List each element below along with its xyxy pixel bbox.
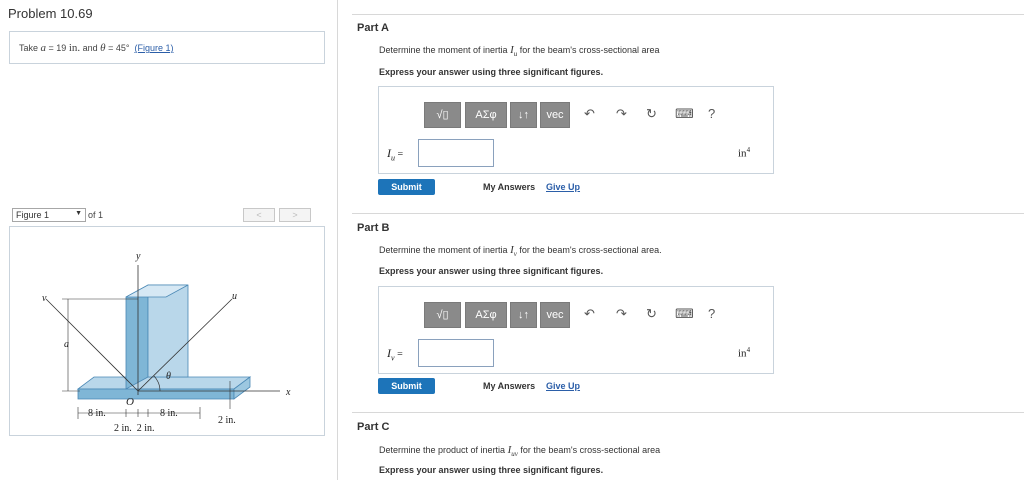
symbols-button[interactable]: ΑΣφ (465, 102, 507, 128)
part-a-question-post: for the beam's cross-sectional area (517, 45, 660, 55)
part-a-question: Determine the moment of inertia Iu for t… (379, 44, 660, 58)
separator-a-b (352, 213, 1024, 214)
flange-front-face (77, 388, 235, 400)
part-a-my-answers[interactable]: My Answers (483, 182, 535, 192)
web-side-face (125, 284, 149, 390)
part-c-question: Determine the product of inertia Iuv for… (379, 444, 660, 458)
label-dim-thick: 2 in. (218, 415, 236, 426)
part-c-instruction: Express your answer using three signific… (379, 465, 604, 475)
a-unit: in. (68, 42, 81, 54)
part-b-title: Part B (357, 222, 390, 234)
part-b-equals: = (394, 349, 403, 360)
part-b-question: Determine the moment of inertia Iv for t… (379, 244, 662, 258)
label-a: a (64, 339, 69, 350)
label-O: O (126, 396, 134, 408)
part-b-unit-exp: 4 (746, 346, 751, 354)
redo-icon[interactable]: ↷ (616, 306, 627, 322)
v-axis-line (45, 298, 139, 392)
part-b-give-up-link[interactable]: Give Up (546, 381, 580, 391)
part-b-question-post: for the beam's cross-sectional area. (516, 245, 662, 255)
templates-button[interactable]: √▯ (424, 302, 461, 328)
part-b-my-answers[interactable]: My Answers (483, 381, 535, 391)
figure-select-value: Figure 1 (16, 210, 50, 220)
part-b-submit-button[interactable]: Submit (378, 378, 435, 394)
figure-box: y v u a θ O x 8 in. 8 in. 2 in. 2 in. 2 … (9, 226, 325, 436)
help-icon[interactable]: ? (708, 106, 715, 121)
part-c-question-pre: Determine the product of inertia (379, 445, 508, 455)
templates-button[interactable]: √▯ (424, 102, 461, 128)
label-y: y (135, 251, 141, 262)
figure-link[interactable]: (Figure 1) (134, 43, 173, 53)
symbols-button[interactable]: ΑΣφ (465, 302, 507, 328)
given-text: Take a = 19 in. and θ = 45° (Figure 1) (19, 42, 173, 54)
problem-panel: Problem 10.69 Take a = 19 in. and θ = 45… (0, 0, 338, 480)
vec-button[interactable]: vec (540, 302, 570, 328)
next-figure-button[interactable]: > (279, 208, 311, 222)
part-c-question-post: for the beam's cross-sectional area (517, 445, 661, 455)
reset-icon[interactable]: ↻ (646, 106, 657, 122)
given-box: Take a = 19 in. and θ = 45° (Figure 1) (9, 31, 325, 64)
theta-value: = 45° (105, 43, 130, 53)
figure-select[interactable]: Figure 1 ▼ (12, 208, 86, 222)
beam-figure: y v u a θ O x 8 in. 8 in. 2 in. 2 in. 2 … (42, 251, 291, 434)
part-a-unit: in4 (738, 146, 750, 160)
prev-figure-button[interactable]: < (243, 208, 275, 222)
part-a-variable: Iu = (387, 146, 403, 162)
sub-sup-button[interactable]: ↓↑ (510, 102, 537, 128)
label-x: x (285, 387, 291, 398)
part-b-variable: Iv = (387, 346, 403, 362)
redo-icon[interactable]: ↷ (616, 106, 627, 122)
flange-top-face (76, 376, 252, 390)
problem-title: Problem 10.69 (8, 6, 93, 21)
part-a-equals: = (395, 149, 404, 160)
part-a-title: Part A (357, 22, 389, 34)
a-value: = 19 (46, 43, 69, 53)
dropdown-arrow-icon: ▼ (75, 210, 82, 217)
part-b-unit-base: in (738, 347, 747, 360)
label-v: v (42, 293, 47, 304)
part-b-unit: in4 (738, 346, 750, 360)
part-b-question-pre: Determine the moment of inertia (379, 245, 511, 255)
part-c-question-sub: uv (511, 449, 518, 458)
given-prefix: Take (19, 43, 39, 53)
part-c-title: Part C (357, 421, 390, 433)
part-b-instruction: Express your answer using three signific… (379, 266, 604, 276)
part-a-give-up-link[interactable]: Give Up (546, 182, 580, 192)
label-dim-bottom: 2 in. 2 in. (114, 423, 155, 434)
separator-b-c (352, 412, 1024, 413)
part-a-unit-base: in (738, 147, 747, 160)
part-a-question-pre: Determine the moment of inertia (379, 45, 511, 55)
vec-button[interactable]: vec (540, 102, 570, 128)
reset-icon[interactable]: ↻ (646, 306, 657, 322)
keyboard-icon[interactable]: ⌨ (675, 306, 694, 322)
keyboard-icon[interactable]: ⌨ (675, 106, 694, 122)
label-dim-left: 8 in. (88, 408, 106, 419)
part-a-instruction: Express your answer using three signific… (379, 67, 604, 77)
help-icon[interactable]: ? (708, 306, 715, 321)
undo-icon[interactable]: ↶ (584, 306, 595, 322)
label-dim-right: 8 in. (160, 408, 178, 419)
label-u: u (232, 291, 237, 302)
undo-icon[interactable]: ↶ (584, 106, 595, 122)
part-b-answer-input[interactable] (418, 339, 494, 367)
part-a-answer-box: √▯ ΑΣφ ↓↑ vec ↶ ↷ ↻ ⌨ ? Iu = in4 (378, 86, 774, 174)
label-theta: θ (166, 371, 171, 382)
separator-top (352, 14, 1024, 15)
sub-sup-button[interactable]: ↓↑ (510, 302, 537, 328)
part-a-answer-input[interactable] (418, 139, 494, 167)
part-a-submit-button[interactable]: Submit (378, 179, 435, 195)
web-front-face (147, 284, 189, 378)
part-a-unit-exp: 4 (746, 146, 751, 154)
and-text: and (80, 43, 101, 53)
figure-count: of 1 (88, 210, 104, 220)
part-b-answer-box: √▯ ΑΣφ ↓↑ vec ↶ ↷ ↻ ⌨ ? Iv = in4 (378, 286, 774, 374)
